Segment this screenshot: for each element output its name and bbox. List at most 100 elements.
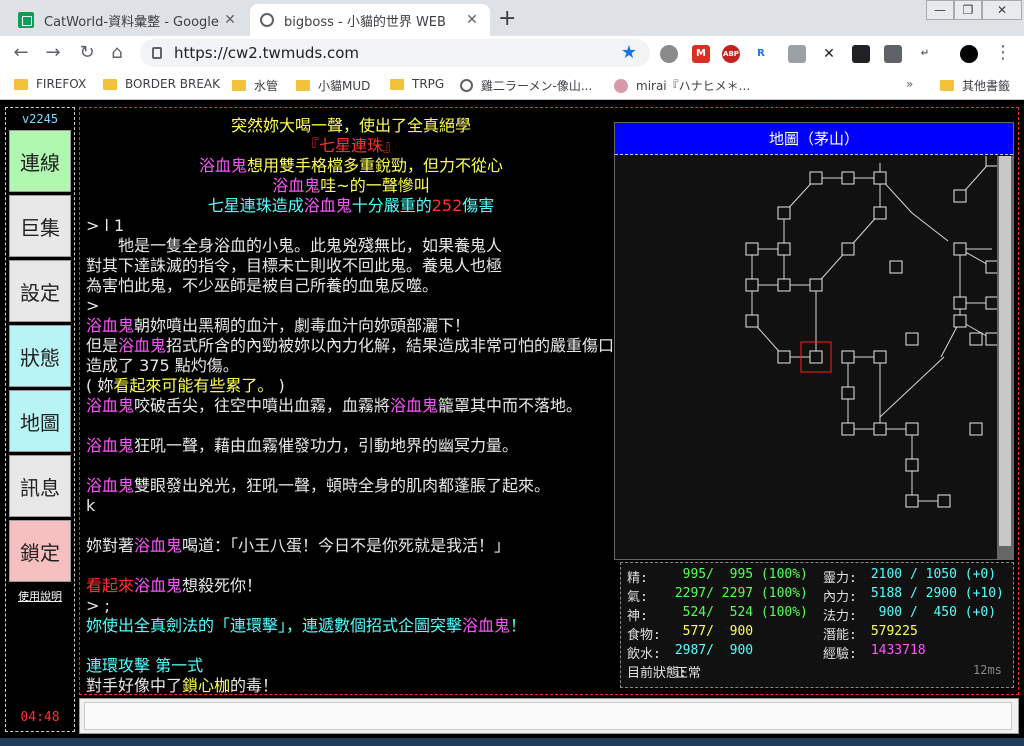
log-line: 浴血鬼朝妳噴出黑稠的血汁，劇毒血汁向妳頭部灑下！ [86,316,706,336]
bookmark-star-icon[interactable]: ★ [618,42,640,64]
map-room [841,242,855,256]
log-segment: 看起來可能有些累了。 [113,376,274,395]
connect-button[interactable]: 連線 [9,130,71,192]
stat-value: 900 / 450 (+0) [863,605,997,620]
map-room [841,422,855,436]
log-segment: 哇~的一聲慘叫 [320,176,430,195]
log-segment: 想用雙手格檔多重銳勁，但力不從心 [247,156,504,175]
tab-title: CatWorld-資料彙整 - Google 試 [44,14,222,30]
tab-bigboss[interactable]: bigboss - 小貓的世界 WEB ✕ [250,4,490,36]
stat-label: 飲水: [627,647,661,662]
minimize-button[interactable]: — [926,0,954,20]
log-line: 牠是一隻全身浴血的小鬼。此鬼兇殘無比，如果養鬼人 [86,236,706,256]
map-room [777,278,791,292]
bookmark-firefox[interactable]: FIREFOX [14,77,86,91]
map-room [745,278,759,292]
log-segment: 浴血鬼 [462,616,511,635]
stat-value: 2100 / 1050 (+0) [863,567,997,582]
lock-button[interactable]: 鎖定 [9,520,71,582]
bookmark-ramen[interactable]: 雞二ラーメン-像山... [460,77,592,94]
forward-button[interactable]: → [42,42,64,64]
map-room [777,242,791,256]
map-room [873,206,887,220]
log-segment: ！ [510,616,527,635]
folder-icon [296,80,310,91]
stat-label: 氣: [627,590,648,605]
cursor-extension-icon[interactable]: ↵ [916,45,934,63]
map-canvas [745,156,997,508]
chat-extension-icon[interactable] [660,45,678,63]
close-tab-icon[interactable]: ✕ [464,12,480,28]
macro-button[interactable]: 巨集 [9,195,71,257]
stat-row: 食物: 577/ 900 潛能: 579225 [627,624,1013,643]
bookmark-catmud[interactable]: 小貓MUD [296,77,370,94]
adblock-extension-icon[interactable]: ABP [722,45,740,63]
reload-button[interactable]: ↻ [76,42,98,64]
help-link[interactable]: 使用說明 [6,588,74,604]
map-room [873,171,887,185]
bookmark-trpg[interactable]: TRPG [390,77,444,91]
tab-catworld[interactable]: CatWorld-資料彙整 - Google 試 ✕ [8,4,248,36]
bookmark-border-break[interactable]: BORDER BREAK [103,77,220,91]
log-line: 但是浴血鬼招式所含的內勁被妳以內力化解，結果造成非常可怕的嚴重傷口！ [86,336,706,356]
log-line: 妳使出全真劍法的「連環擊」，連遞數個招式企圖突擊浴血鬼！ [86,616,706,636]
map-panel: 地圖（茅山） [614,122,1014,560]
stat-row: 氣: 2297/ 2297 (100%) 內力: 5188 / 2900 (+10… [627,586,1013,605]
bookmark-mirai[interactable]: mirai『ハナヒメ＊... [614,77,750,94]
log-line: 看起來浴血鬼想殺死你！ [86,576,706,596]
stat-value: 577/ 900 [667,624,754,639]
status-button[interactable]: 狀態 [9,325,71,387]
gmail-extension-icon[interactable]: M [692,45,710,63]
log-segment: 『七星連珠』 [302,136,399,155]
message-button[interactable]: 訊息 [9,455,71,517]
stat-label: 潛能: [823,628,857,643]
reader-extension-icon[interactable] [788,45,806,63]
output-log: 突然妳大喝一聲，使出了全真絕學 『七星連珠』 浴血鬼想用雙手格檔多重銳勁，但力不從心… [86,116,706,694]
game-extension-icon[interactable] [852,45,870,63]
stat-value: 2987/ 900 [667,643,754,658]
address-bar[interactable]: https://cw2.twmuds.com [140,39,650,67]
menu-dots-icon[interactable]: ⋮ [992,42,1014,64]
log-segment: 朝妳噴出黑稠的血汁，劇毒血汁向妳頭部灑下！ [134,316,471,335]
map-path [879,356,945,418]
log-segment: 造成了 375 點灼傷。 [86,356,239,375]
stat-value: 579225 [863,624,918,639]
profile-avatar-icon[interactable] [960,45,978,63]
x-extension-icon[interactable]: ✕ [820,45,838,63]
log-segment: 浴血鬼 [390,396,439,415]
map-room [905,422,919,436]
log-line: 『七星連珠』 [86,136,616,156]
log-segment: 對其下達誅滅的指令，目標未亡則收不回此鬼。養鬼人也極 [86,256,503,275]
new-tab-button[interactable]: + [498,6,516,31]
log-line: > l 1 [86,216,706,236]
restore-button[interactable]: ❐ [954,0,982,20]
lock-icon [152,47,162,59]
stat-row: 目前狀態: 正常 [627,662,1013,681]
log-segment: 傷害 [462,196,495,215]
command-input[interactable] [84,702,1012,730]
log-segment: 七星連珠造成 [207,196,304,215]
close-window-button[interactable]: ✕ [982,0,1022,20]
stat-label: 靈力: [823,571,857,586]
bookmark-water[interactable]: 水管 [232,77,278,94]
log-segment: 浴血鬼 [134,576,183,595]
map-button[interactable]: 地圖 [9,390,71,452]
map-room [873,422,887,436]
scrollbar-thumb[interactable] [999,156,1011,546]
map-room [953,296,967,310]
map-scrollbar[interactable] [997,156,1013,559]
home-button[interactable]: ⌂ [106,42,128,64]
stat-row: 精: 995/ 995 (100%) 靈力: 2100 / 1050 (+0) [627,567,1013,586]
r-extension-icon[interactable]: R [752,45,770,63]
folder-icon [103,78,117,90]
log-segment: 想殺死你！ [182,576,263,595]
stat-value: 2297/ 2297 (100%) [667,586,808,601]
close-tab-icon[interactable]: ✕ [222,12,238,28]
sheets-icon [18,12,34,28]
settings-button[interactable]: 設定 [9,260,71,322]
more-bookmarks-chevron-icon[interactable]: » [906,77,913,91]
bookmark-other[interactable]: 其他書籤 [940,77,1010,94]
back-button[interactable]: ← [10,42,32,64]
box-extension-icon[interactable] [884,45,902,63]
